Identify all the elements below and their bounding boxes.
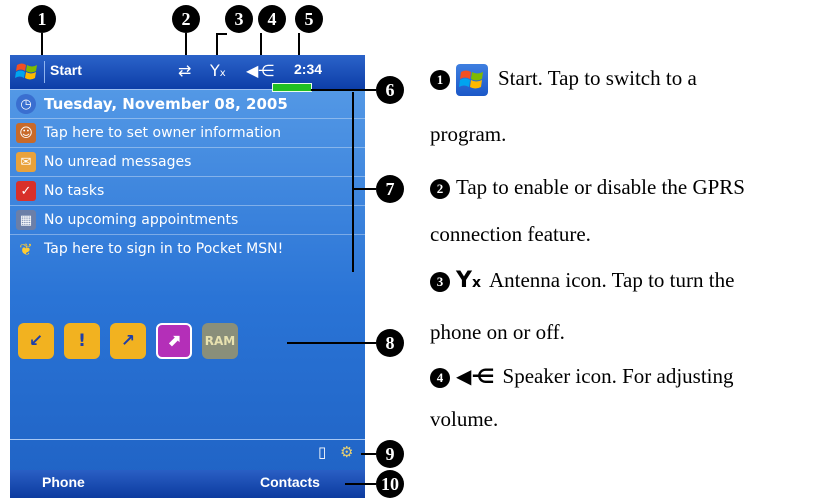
windows-start-logo-icon bbox=[456, 64, 488, 96]
tasks-row[interactable]: ✓ No tasks bbox=[10, 177, 365, 206]
leader-6 bbox=[311, 89, 376, 91]
desc-1-line1: Start. Tap to switch to a bbox=[498, 65, 697, 90]
leader-4 bbox=[260, 33, 262, 55]
leader-2 bbox=[185, 33, 187, 55]
tray-separator bbox=[10, 439, 365, 440]
messages-row[interactable]: ✉ No unread messages bbox=[10, 148, 365, 177]
tasks-icon: ✓ bbox=[16, 181, 36, 201]
start-label[interactable]: Start bbox=[50, 62, 82, 78]
msn-row[interactable]: ❦ Tap here to sign in to Pocket MSN! bbox=[10, 235, 365, 263]
description-4: 4 ◀⋲ Speaker icon. For adjusting bbox=[430, 363, 734, 389]
quick-launch-icons: ↙ ! ↗ ⬈ RAM bbox=[18, 323, 238, 359]
callout-6: 6 bbox=[376, 76, 404, 104]
desc-speaker-icon: ◀⋲ bbox=[456, 364, 495, 388]
callout-2: 2 bbox=[172, 5, 200, 33]
call-history-icon[interactable]: ↙ bbox=[18, 323, 54, 359]
desc-3-line1: Antenna icon. Tap to turn the bbox=[488, 268, 735, 292]
description-1: 1 Start. Tap to switch to a bbox=[430, 64, 697, 96]
leader-7 bbox=[352, 188, 376, 190]
calendar-icon: ◷ bbox=[16, 94, 36, 114]
contacts-softkey[interactable]: Contacts bbox=[260, 474, 320, 490]
callout-8: 8 bbox=[376, 329, 404, 357]
leader-3b bbox=[216, 33, 218, 55]
desc-num-3: 3 bbox=[430, 272, 450, 293]
description-1b: program. bbox=[430, 122, 507, 146]
gprs-icon[interactable]: ⇄ bbox=[178, 62, 191, 80]
desc-2-line1: Tap to enable or disable the GPRS bbox=[456, 175, 745, 199]
antenna-icon[interactable]: Yx bbox=[210, 62, 226, 83]
callout-3: 3 bbox=[225, 5, 253, 33]
callout-10: 10 bbox=[376, 470, 404, 498]
windows-flag-icon[interactable] bbox=[14, 59, 40, 85]
pocket-pc-screen: Start ⇄ Yx ◀⋲ 2:34 ◷ Tuesday, November 0… bbox=[10, 55, 365, 498]
leader-5 bbox=[298, 33, 300, 55]
leader-10 bbox=[345, 483, 376, 485]
owner-row[interactable]: ☺ Tap here to set owner information bbox=[10, 119, 365, 148]
appointments-icon: ▦ bbox=[16, 210, 36, 230]
shortcut-app-icon[interactable]: ⬈ bbox=[156, 323, 192, 359]
callout-7: 7 bbox=[376, 175, 404, 203]
msn-text: Tap here to sign in to Pocket MSN! bbox=[44, 241, 284, 257]
soft-key-menu-bar: Phone Contacts bbox=[10, 470, 365, 498]
leader-8 bbox=[287, 342, 376, 344]
owner-icon: ☺ bbox=[16, 123, 36, 143]
today-date: Tuesday, November 08, 2005 bbox=[44, 95, 288, 113]
settings-tray-icon[interactable]: ⚙ bbox=[340, 443, 360, 463]
phone-softkey[interactable]: Phone bbox=[42, 474, 85, 490]
speaker-icon[interactable]: ◀⋲ bbox=[246, 62, 274, 80]
callout-5: 5 bbox=[295, 5, 323, 33]
messages-icon: ✉ bbox=[16, 152, 36, 172]
clock-time[interactable]: 2:34 bbox=[294, 61, 322, 77]
desc-num-2: 2 bbox=[430, 179, 450, 200]
description-2b: connection feature. bbox=[430, 222, 591, 246]
leader-9 bbox=[361, 453, 376, 455]
description-2: 2 Tap to enable or disable the GPRS bbox=[430, 174, 745, 200]
msn-butterfly-icon: ❦ bbox=[19, 239, 33, 259]
description-3b: phone on or off. bbox=[430, 320, 565, 344]
callout-9: 9 bbox=[376, 440, 404, 468]
tasks-text: No tasks bbox=[44, 183, 105, 199]
missed-call-icon[interactable]: ! bbox=[64, 323, 100, 359]
messages-text: No unread messages bbox=[44, 154, 192, 170]
outgoing-call-icon[interactable]: ↗ bbox=[110, 323, 146, 359]
description-4b: volume. bbox=[430, 407, 499, 431]
memory-chip-icon[interactable]: RAM bbox=[202, 323, 238, 359]
leader-7-vertical bbox=[352, 92, 354, 272]
appointments-text: No upcoming appointments bbox=[44, 212, 239, 228]
start-separator bbox=[44, 61, 45, 83]
connectivity-tray-icon[interactable]: ▯ bbox=[318, 443, 338, 463]
navigation-bar: Start ⇄ Yx ◀⋲ 2:34 bbox=[10, 55, 365, 92]
desc-4-line1: Speaker icon. For adjusting bbox=[502, 364, 734, 388]
desc-num-4: 4 bbox=[430, 368, 450, 389]
today-date-row[interactable]: ◷ Tuesday, November 08, 2005 bbox=[10, 90, 365, 119]
appointments-row[interactable]: ▦ No upcoming appointments bbox=[10, 206, 365, 235]
callout-1: 1 bbox=[28, 5, 56, 33]
desc-antenna-icon: Yx bbox=[456, 268, 481, 293]
leader-1 bbox=[41, 33, 43, 55]
callout-4: 4 bbox=[258, 5, 286, 33]
description-3: 3 Yx Antenna icon. Tap to turn the bbox=[430, 267, 734, 296]
desc-num-1: 1 bbox=[430, 70, 450, 90]
owner-text: Tap here to set owner information bbox=[44, 125, 282, 141]
